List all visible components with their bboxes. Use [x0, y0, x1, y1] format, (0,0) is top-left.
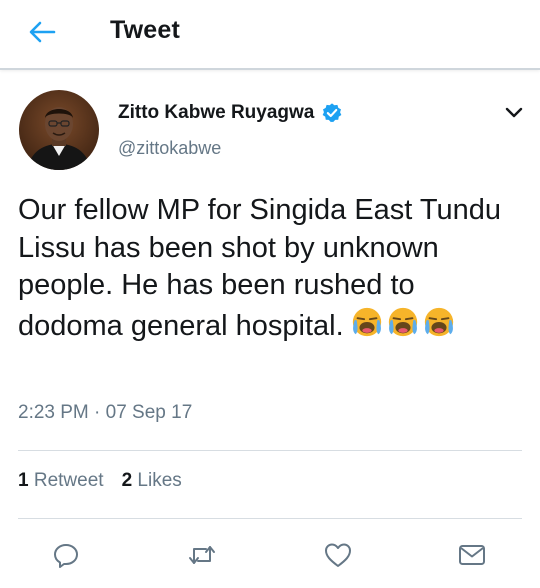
- page-title: Tweet: [110, 16, 180, 44]
- tweet-timestamp[interactable]: 2:23 PM · 07 Sep 17: [18, 402, 192, 424]
- engagement-stats: 1 Retweet 2 Likes: [18, 470, 200, 492]
- verified-badge-icon: [321, 102, 343, 124]
- author-name-text: Zitto Kabwe Ruyagwa: [118, 102, 315, 123]
- likes-label: Likes: [137, 470, 182, 491]
- retweets-count: 1: [18, 470, 29, 491]
- likes-stat[interactable]: 2 Likes: [122, 470, 182, 492]
- heart-icon: [325, 543, 351, 567]
- avatar[interactable]: [19, 90, 99, 170]
- divider: [18, 450, 522, 451]
- retweet-button[interactable]: [182, 535, 222, 575]
- arrow-left-icon: [29, 21, 56, 43]
- more-options-button[interactable]: [500, 100, 528, 126]
- chevron-down-icon: [505, 107, 523, 118]
- envelope-icon: [459, 545, 485, 565]
- retweets-stat[interactable]: 1 Retweet: [18, 470, 104, 492]
- likes-count: 2: [121, 470, 133, 491]
- emoji-group: [350, 305, 458, 339]
- like-button[interactable]: [318, 535, 358, 575]
- share-button[interactable]: [452, 535, 492, 575]
- author-handle[interactable]: @zittokabwe: [118, 138, 221, 159]
- author-name[interactable]: Zitto Kabwe Ruyagwa: [118, 102, 343, 124]
- retweet-icon: [189, 546, 215, 564]
- tweet-body: Our fellow MP for Singida East Tundu Lis…: [18, 192, 523, 345]
- reply-icon: [54, 544, 78, 568]
- loudly-crying-face-icon: [388, 307, 417, 336]
- retweets-label: Retweet: [33, 470, 104, 491]
- reply-button[interactable]: [46, 535, 86, 575]
- divider: [18, 518, 522, 519]
- back-button[interactable]: [22, 14, 62, 50]
- action-bar: [0, 535, 540, 575]
- loudly-crying-face-icon: [424, 307, 453, 336]
- top-bar: Tweet: [0, 0, 540, 70]
- loudly-crying-face-icon: [352, 307, 381, 336]
